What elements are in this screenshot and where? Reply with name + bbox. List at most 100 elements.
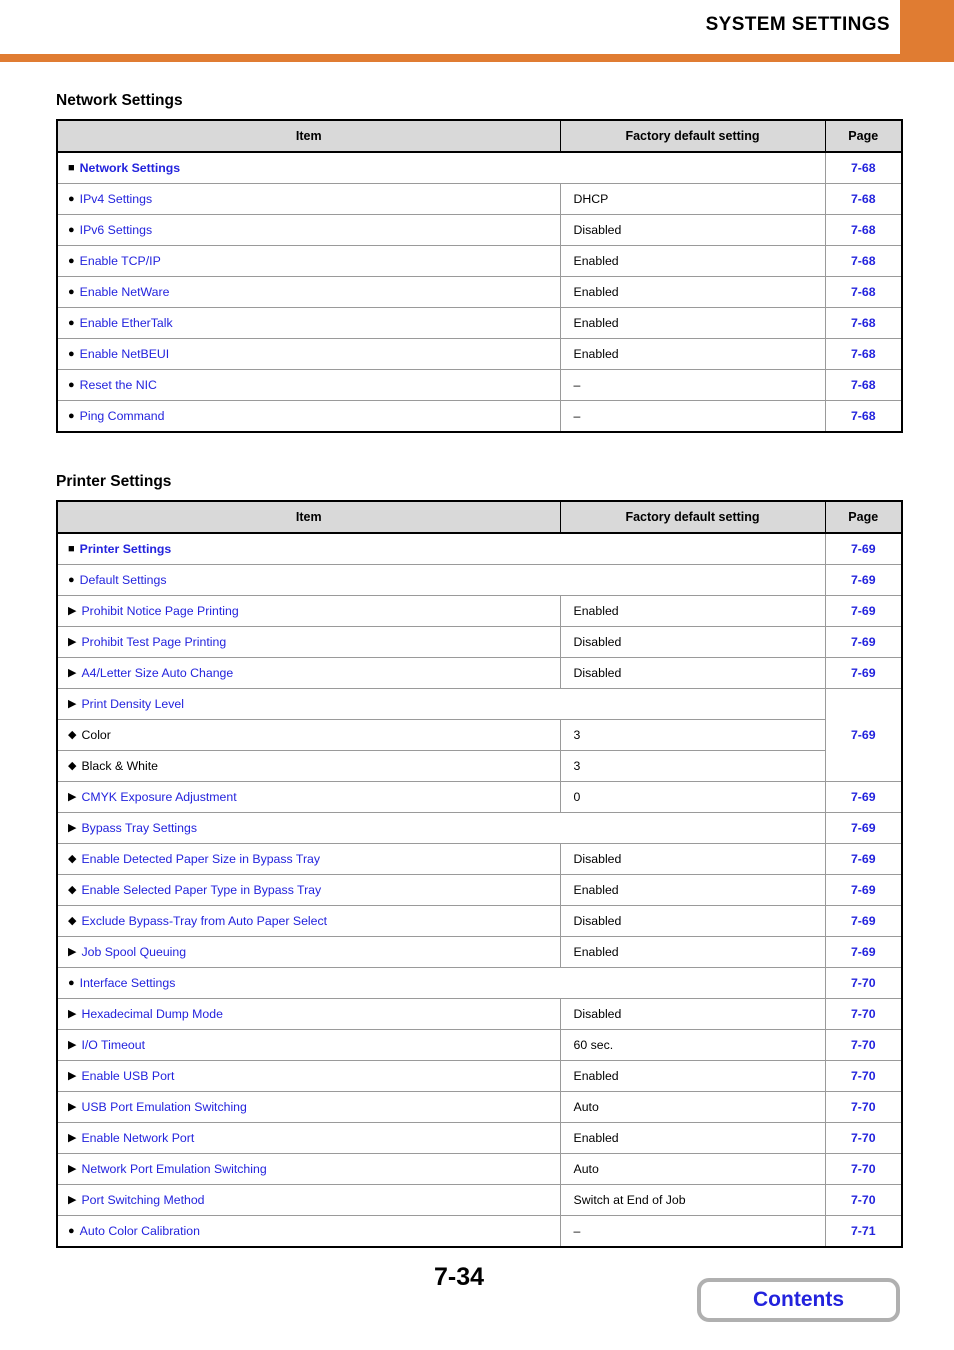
row-value-cell: Disabled [559,843,826,875]
row-item-cell: ▶ A4/Letter Size Auto Change [56,657,561,689]
row-page-link[interactable]: 7-69 [824,688,903,782]
row-item-label[interactable]: Job Spool Queuing [81,945,186,959]
table-row: ● Default Settings 7-69 [56,564,903,596]
table-row: ◆ Exclude Bypass-Tray from Auto Paper Sel… [56,905,903,937]
row-item-label[interactable]: IPv6 Settings [80,223,152,237]
section-title-printer-settings: Printer Settings [56,473,172,490]
row-item-label[interactable]: A4/Letter Size Auto Change [81,666,233,680]
row-item-label[interactable]: Print Density Level [81,697,184,711]
row-item-label[interactable]: Printer Settings [80,542,172,556]
row-item-label[interactable]: Auto Color Calibration [80,1224,200,1238]
row-item-label[interactable]: USB Port Emulation Switching [81,1100,246,1114]
table-row: ● Interface Settings 7-70 [56,967,903,999]
triangle-bullet-icon: ▶ [68,635,77,648]
row-page-link[interactable]: 7-70 [824,1091,903,1123]
triangle-bullet-icon: ▶ [68,604,77,617]
table-row: ◆ Enable Detected Paper Size in Bypass Tr… [56,843,903,875]
row-page-link[interactable]: 7-70 [824,1184,903,1216]
row-value-cell: Disabled [559,657,826,689]
row-item-label[interactable]: IPv4 Settings [80,192,152,206]
row-item-label[interactable]: Network Settings [80,161,180,175]
row-item-label[interactable]: Network Port Emulation Switching [81,1162,266,1176]
table-header-row: Item Factory default setting Page [56,500,903,534]
row-item-label[interactable]: Default Settings [80,573,167,587]
row-item-cell: ● IPv4 Settings [56,183,561,215]
row-item-label[interactable]: Enable EtherTalk [80,316,173,330]
row-item-label[interactable]: Enable NetWare [80,285,170,299]
contents-button[interactable]: Contents [697,1278,900,1322]
row-value-cell: Enabled [559,874,826,906]
page-footer: 7-34 Contents [0,1255,954,1350]
row-item-cell: ● Interface Settings [56,967,826,999]
diamond-bullet-icon: ◆ [68,914,77,927]
row-item-label[interactable]: Interface Settings [80,976,176,990]
row-value-cell: Disabled [559,626,826,658]
row-page-link[interactable]: 7-69 [824,657,903,689]
row-item-cell: ● Enable EtherTalk [56,307,561,339]
row-page-link[interactable]: 7-68 [824,307,903,339]
row-page-link[interactable]: 7-70 [824,998,903,1030]
row-item-label: Black & White [81,758,159,773]
row-item-cell: ◆ Enable Selected Paper Type in Bypass Tr… [56,874,561,906]
row-page-link[interactable]: 7-69 [824,564,903,596]
row-page-link[interactable]: 7-69 [824,936,903,968]
row-page-link[interactable]: 7-69 [824,781,903,813]
row-value-cell: – [559,400,826,433]
table-row: ▶ Bypass Tray Settings 7-69 [56,812,903,844]
row-page-link[interactable]: 7-69 [824,595,903,627]
row-item-cell: ● Default Settings [56,564,826,596]
row-page-link[interactable]: 7-68 [824,151,903,184]
table-row: ■ Printer Settings 7-69 [56,532,903,565]
triangle-bullet-icon: ▶ [68,790,77,803]
row-page-link[interactable]: 7-69 [824,812,903,844]
row-item-label[interactable]: Enable Detected Paper Size in Bypass Tra… [81,852,320,866]
table-row: ◆ Black & White 3 [56,750,902,782]
row-page-link[interactable]: 7-70 [824,967,903,999]
row-page-link[interactable]: 7-69 [824,626,903,658]
row-item-cell: ◆ Black & White [56,750,561,782]
row-item-label[interactable]: Enable NetBEUI [80,347,170,361]
row-item-label[interactable]: Reset the NIC [80,378,157,392]
row-item-cell: ■ Printer Settings [56,532,826,565]
row-page-link[interactable]: 7-71 [824,1215,903,1248]
row-page-link[interactable]: 7-68 [824,245,903,277]
row-page-link[interactable]: 7-68 [824,400,903,433]
row-item-label[interactable]: Enable Network Port [81,1131,194,1145]
row-page-link[interactable]: 7-69 [824,905,903,937]
row-page-link[interactable]: 7-68 [824,214,903,246]
table-row: ● Enable NetBEUI Enabled 7-68 [56,338,903,370]
row-item-label[interactable]: Enable Selected Paper Type in Bypass Tra… [81,883,321,897]
row-item-label[interactable]: Prohibit Test Page Printing [81,635,226,649]
table-row: ◆ Color 3 [56,719,902,751]
row-page-link[interactable]: 7-70 [824,1122,903,1154]
page-header: SYSTEM SETTINGS [0,0,954,62]
row-item-label[interactable]: Prohibit Notice Page Printing [81,604,238,618]
row-item-label[interactable]: Hexadecimal Dump Mode [81,1007,222,1021]
row-item-label[interactable]: Ping Command [80,409,165,423]
row-item-label[interactable]: Exclude Bypass-Tray from Auto Paper Sele… [81,914,327,928]
row-page-link[interactable]: 7-69 [824,874,903,906]
row-page-link[interactable]: 7-70 [824,1153,903,1185]
triangle-bullet-icon: ▶ [68,821,77,834]
row-item-cell: ◆ Enable Detected Paper Size in Bypass Tr… [56,843,561,875]
row-item-label[interactable]: Enable TCP/IP [80,254,161,268]
row-item-label[interactable]: Bypass Tray Settings [81,821,197,835]
diamond-bullet-icon: ◆ [68,852,77,865]
row-item-cell: ▶ Network Port Emulation Switching [56,1153,561,1185]
row-page-link[interactable]: 7-68 [824,369,903,401]
row-item-cell: ● Reset the NIC [56,369,561,401]
row-item-label[interactable]: Port Switching Method [81,1193,204,1207]
row-page-link[interactable]: 7-70 [824,1060,903,1092]
row-item-cell: ■ Network Settings [56,151,826,184]
table-row: ▶ Print Density Level 7-69 [56,688,903,782]
row-item-label[interactable]: Enable USB Port [81,1069,174,1083]
row-page-link[interactable]: 7-69 [824,532,903,565]
row-item-label[interactable]: I/O Timeout [81,1038,145,1052]
row-page-link[interactable]: 7-68 [824,338,903,370]
row-item-label[interactable]: CMYK Exposure Adjustment [81,790,236,804]
row-page-link[interactable]: 7-68 [824,183,903,215]
row-page-link[interactable]: 7-68 [824,276,903,308]
row-item-cell: ● Auto Color Calibration [56,1215,561,1248]
row-page-link[interactable]: 7-69 [824,843,903,875]
row-page-link[interactable]: 7-70 [824,1029,903,1061]
